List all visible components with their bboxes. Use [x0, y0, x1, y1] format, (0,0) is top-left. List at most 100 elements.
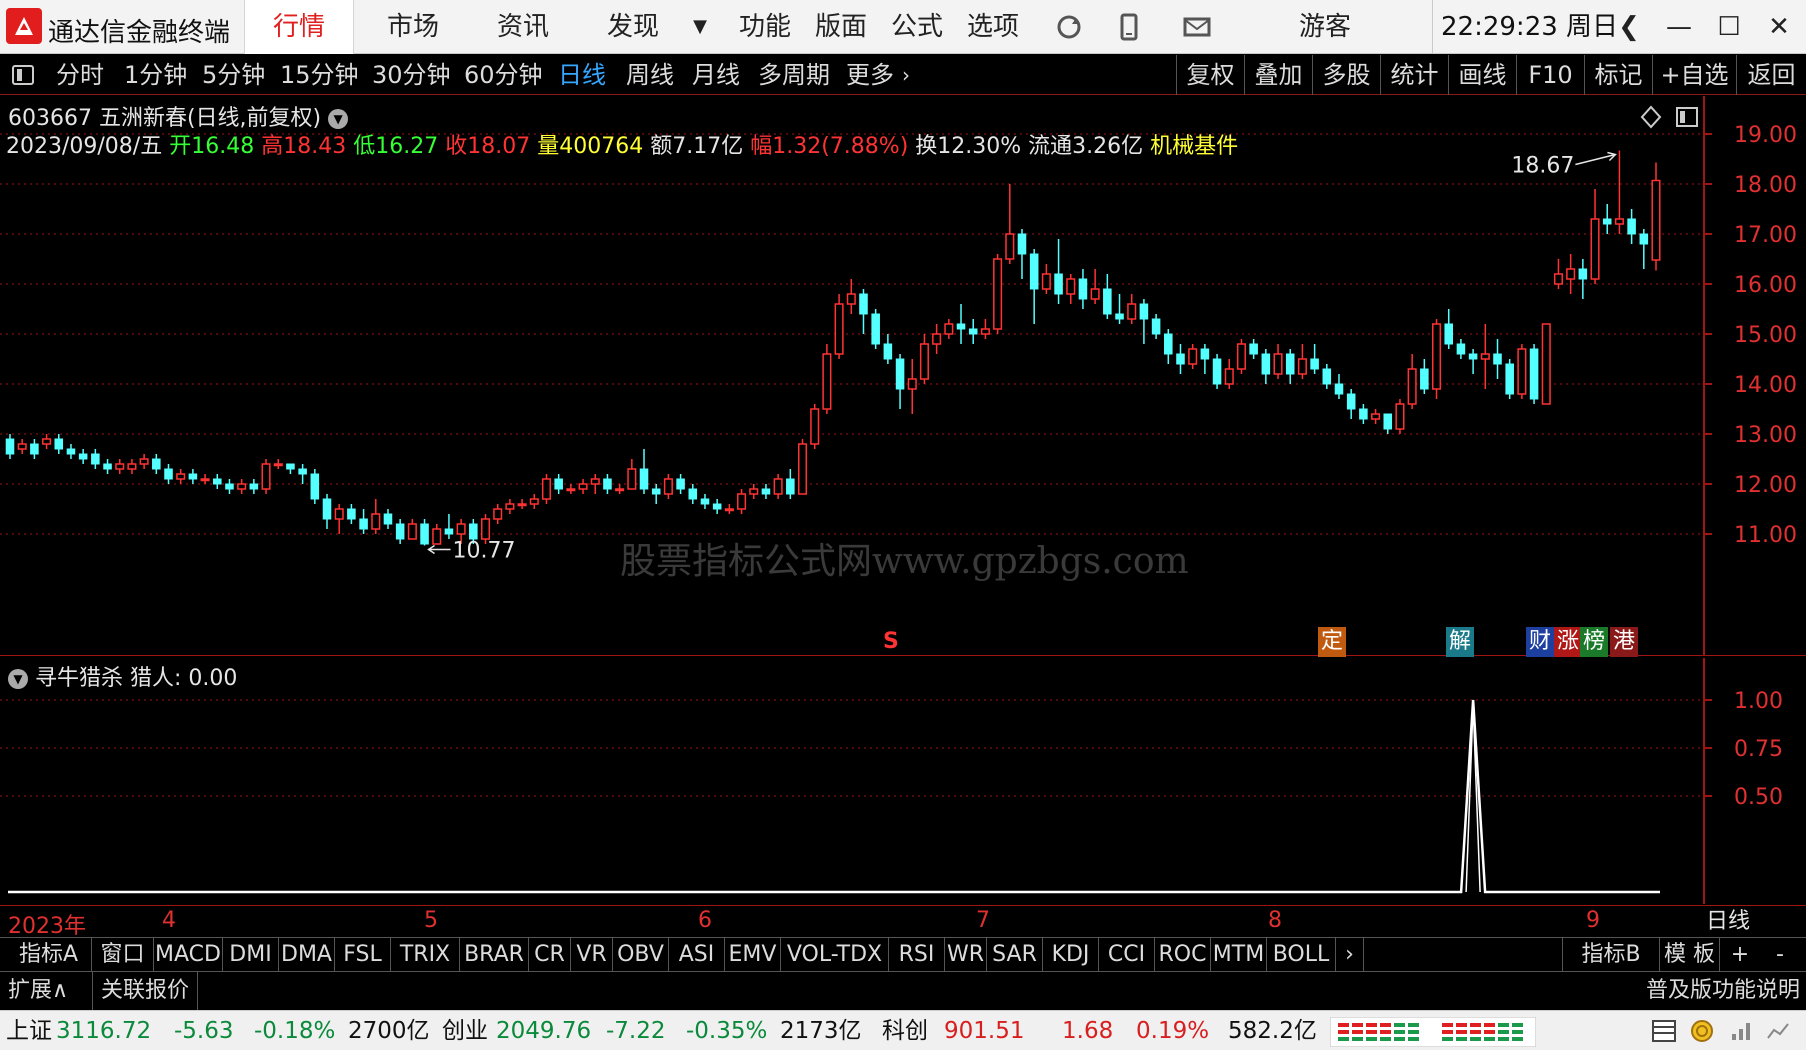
period-60min[interactable]: 60分钟	[464, 55, 543, 95]
candle[interactable]	[505, 499, 515, 514]
event-tag-cai[interactable]: 财	[1526, 627, 1555, 657]
candle[interactable]	[1468, 349, 1478, 374]
indicator-chart[interactable]: 1.00 0.75 0.50	[0, 658, 1806, 904]
candle[interactable]	[139, 454, 149, 469]
tab-macd[interactable]: MACD	[154, 938, 223, 972]
candle[interactable]	[603, 474, 612, 494]
candle[interactable]	[1285, 349, 1295, 384]
menu-formula[interactable]: 公式	[884, 0, 950, 54]
candle[interactable]	[1346, 389, 1356, 419]
candle[interactable]	[1432, 319, 1442, 399]
tab-roc[interactable]: ROC	[1155, 938, 1211, 972]
draw-button[interactable]: 画线	[1448, 55, 1516, 95]
candle[interactable]	[1310, 344, 1319, 374]
tab-brar[interactable]: BRAR	[460, 938, 529, 972]
candle[interactable]	[919, 334, 929, 384]
tab-sar[interactable]: SAR	[987, 938, 1043, 972]
candle[interactable]	[1236, 339, 1246, 374]
candle[interactable]	[883, 334, 893, 364]
candle[interactable]	[127, 459, 137, 474]
candle[interactable]	[663, 474, 673, 499]
candle[interactable]	[334, 504, 344, 534]
menu-options[interactable]: 选项	[960, 0, 1026, 54]
candle[interactable]	[688, 484, 698, 504]
candle[interactable]	[907, 359, 917, 414]
candle[interactable]	[566, 484, 576, 494]
candle[interactable]	[383, 509, 393, 529]
candle[interactable]	[91, 449, 100, 469]
candle[interactable]	[1602, 204, 1612, 234]
period-monthly[interactable]: 月线	[692, 55, 740, 95]
candle[interactable]	[1395, 399, 1405, 434]
candle[interactable]	[103, 459, 112, 474]
refresh-icon[interactable]	[1054, 12, 1084, 42]
candle[interactable]	[298, 464, 307, 484]
period-15min[interactable]: 15分钟	[280, 55, 359, 95]
candle[interactable]	[152, 454, 161, 474]
candle[interactable]	[54, 434, 64, 454]
mail-icon[interactable]	[1182, 12, 1212, 42]
candle[interactable]	[115, 459, 125, 474]
candle[interactable]	[1017, 229, 1027, 279]
candle[interactable]	[944, 319, 954, 339]
candle[interactable]	[810, 404, 820, 449]
period-timeshare[interactable]: 分时	[56, 55, 104, 95]
candle[interactable]	[993, 254, 1003, 334]
candle[interactable]	[1297, 344, 1307, 379]
candle[interactable]	[273, 459, 283, 469]
candle[interactable]	[1334, 374, 1344, 399]
tab-cci[interactable]: CCI	[1099, 938, 1155, 972]
candle[interactable]	[1224, 359, 1234, 389]
table-view-icon[interactable]	[1650, 1018, 1678, 1044]
candle[interactable]	[1553, 259, 1563, 289]
candle[interactable]	[895, 354, 905, 409]
tab-dmi[interactable]: DMI	[223, 938, 279, 972]
chevron-right-icon[interactable]: ›	[902, 55, 910, 95]
tab-indicator-b[interactable]: 指标B	[1562, 938, 1660, 972]
candle[interactable]	[1164, 329, 1173, 364]
candle[interactable]	[1200, 344, 1210, 374]
f10-button[interactable]: F10	[1516, 55, 1584, 95]
period-5min[interactable]: 5分钟	[202, 55, 265, 95]
candle[interactable]	[176, 469, 186, 484]
tab-emv[interactable]: EMV	[725, 938, 781, 972]
candle[interactable]	[1371, 409, 1381, 424]
candle[interactable]	[359, 509, 368, 534]
candle[interactable]	[1578, 259, 1588, 299]
candle[interactable]	[1188, 344, 1198, 369]
candle[interactable]	[968, 319, 978, 344]
back-arrow-icon[interactable]: ❮	[1606, 0, 1652, 54]
candle[interactable]	[737, 489, 747, 514]
market-breadth-icon[interactable]	[1330, 1017, 1536, 1047]
candle[interactable]	[1493, 339, 1502, 379]
candle[interactable]	[1078, 269, 1088, 309]
candle[interactable]	[712, 499, 722, 514]
candle[interactable]	[676, 474, 685, 494]
tab-wr[interactable]: WR	[945, 938, 987, 972]
remove-tab-icon[interactable]: -	[1760, 938, 1800, 972]
tab-cr[interactable]: CR	[529, 938, 571, 972]
candle[interactable]	[322, 494, 332, 529]
tab-indicator-a[interactable]: 指标A	[6, 938, 92, 972]
candle[interactable]	[1541, 323, 1551, 405]
candle[interactable]	[237, 479, 247, 494]
candle[interactable]	[66, 444, 76, 459]
candle[interactable]	[834, 294, 844, 359]
candle[interactable]	[1590, 189, 1600, 284]
candle[interactable]	[5, 434, 15, 459]
candle[interactable]	[310, 469, 320, 504]
candle[interactable]	[395, 519, 405, 544]
candle[interactable]	[444, 514, 454, 539]
statistics-button[interactable]: 统计	[1380, 55, 1448, 95]
expand-button[interactable]: 扩展∧	[8, 972, 68, 1010]
candle[interactable]	[871, 309, 880, 349]
candle[interactable]	[615, 484, 625, 494]
candle[interactable]	[42, 434, 52, 449]
mark-button[interactable]: 标记	[1584, 55, 1652, 95]
candle[interactable]	[1505, 359, 1514, 399]
sector-link[interactable]: 机械基件	[1150, 134, 1238, 159]
dropdown-circle-icon[interactable]: ▼	[328, 109, 349, 129]
candle[interactable]	[1639, 229, 1649, 269]
candle[interactable]	[347, 504, 356, 524]
candle[interactable]	[1444, 309, 1454, 349]
